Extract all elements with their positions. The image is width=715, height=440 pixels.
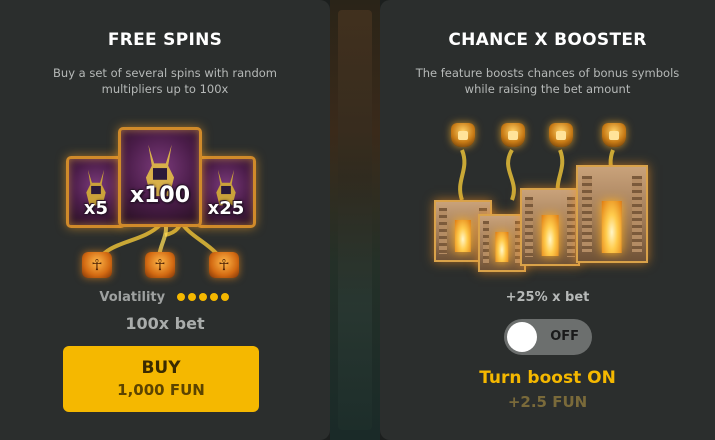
temple-icon: [576, 165, 648, 263]
toggle-state-label: OFF: [550, 329, 579, 344]
volatility-dot: [199, 293, 208, 301]
booster-title: CHANCE X BOOSTER: [448, 30, 647, 50]
volatility-label: Volatility: [99, 290, 166, 305]
turn-boost-on-label: Turn boost ON: [479, 368, 616, 388]
buy-button-label: BUY: [141, 358, 181, 378]
volatility-dot: [221, 293, 230, 301]
volatility-dot: [177, 293, 186, 301]
multiplier-label: x5: [83, 198, 109, 219]
booster-panel: CHANCE X BOOSTER The feature boosts chan…: [380, 0, 715, 440]
game-background-strip: [330, 0, 380, 440]
multiplier-card: x25: [196, 156, 256, 228]
toggle-knob: [507, 322, 537, 352]
ankh-icon: ☥: [145, 252, 175, 278]
free-spins-panel: FREE SPINS Buy a set of several spins wi…: [0, 0, 330, 440]
ankh-icon: ☥: [82, 252, 112, 278]
golden-urn-icon: [451, 123, 475, 147]
free-spins-description: Buy a set of several spins with random m…: [53, 66, 277, 96]
golden-urn-icon: [549, 123, 573, 147]
volatility-dot: [210, 293, 219, 301]
multiplier-card: x5: [66, 156, 126, 228]
free-spins-title: FREE SPINS: [107, 30, 223, 50]
booster-extra-cost: +2.5 FUN: [507, 393, 588, 411]
booster-description: The feature boosts chances of bonus symb…: [415, 66, 680, 96]
multiplier-label: x25: [207, 198, 245, 219]
ankh-icon: ☥: [209, 252, 239, 278]
volatility-rating: [176, 290, 231, 305]
multiplier-card: x100: [118, 127, 202, 227]
golden-urn-icon: [501, 123, 525, 147]
booster-bet-increase: +25% x bet: [505, 290, 590, 305]
temple-icon: [520, 188, 580, 266]
buy-free-spins-button[interactable]: BUY 1,000 FUN: [63, 346, 259, 412]
volatility-row: Volatility: [0, 290, 330, 305]
buy-button-price: 1,000 FUN: [117, 381, 205, 399]
golden-urn-icon: [602, 123, 626, 147]
multiplier-label: x100: [129, 183, 191, 208]
temple-icon: [478, 214, 526, 272]
free-spins-cost: 100x bet: [125, 314, 205, 333]
booster-toggle[interactable]: OFF: [504, 319, 592, 355]
volatility-dot: [188, 293, 197, 301]
